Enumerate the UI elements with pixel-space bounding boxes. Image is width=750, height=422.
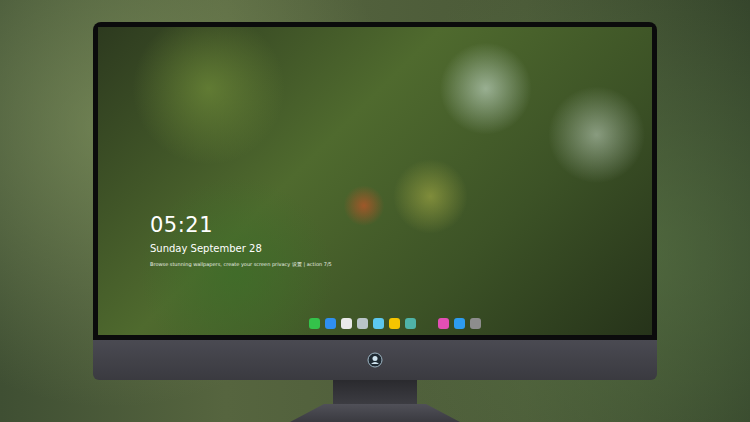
dock-app-icon[interactable]	[325, 318, 336, 329]
dock-app-icon[interactable]	[454, 318, 465, 329]
dock-app-icon[interactable]	[470, 318, 481, 329]
desktop-background: 05:21 Sunday September 28 Browse stunning …	[0, 0, 750, 422]
brand-logo-icon	[367, 352, 383, 368]
lock-screen: 05:21 Sunday September 28 Browse stunning …	[98, 27, 652, 335]
dock-app-icon[interactable]	[373, 318, 384, 329]
dock-row	[98, 316, 652, 335]
monitor-bezel: 05:21 Sunday September 28 Browse stunning …	[93, 22, 657, 340]
dock-app-icon[interactable]	[389, 318, 400, 329]
monitor-chin	[93, 340, 657, 380]
dock-app-icon[interactable]	[438, 318, 449, 329]
dock-app-icon[interactable]	[405, 318, 416, 329]
clock-widget: 05:21 Sunday September 28 Browse stunning …	[98, 27, 652, 268]
monitor: 05:21 Sunday September 28 Browse stunning …	[93, 22, 657, 422]
dock	[303, 316, 487, 331]
wallpaper-notice: Browse stunning wallpapers, create your …	[150, 260, 652, 268]
dock-app-icon[interactable]	[357, 318, 368, 329]
clock-date: Sunday September 28	[150, 242, 652, 256]
monitor-stand-neck	[333, 380, 417, 404]
clock-time: 05:21	[150, 213, 652, 237]
monitor-stand-base	[290, 404, 460, 422]
dock-app-icon[interactable]	[309, 318, 320, 329]
dock-separator	[421, 318, 433, 329]
dock-app-icon[interactable]	[341, 318, 352, 329]
